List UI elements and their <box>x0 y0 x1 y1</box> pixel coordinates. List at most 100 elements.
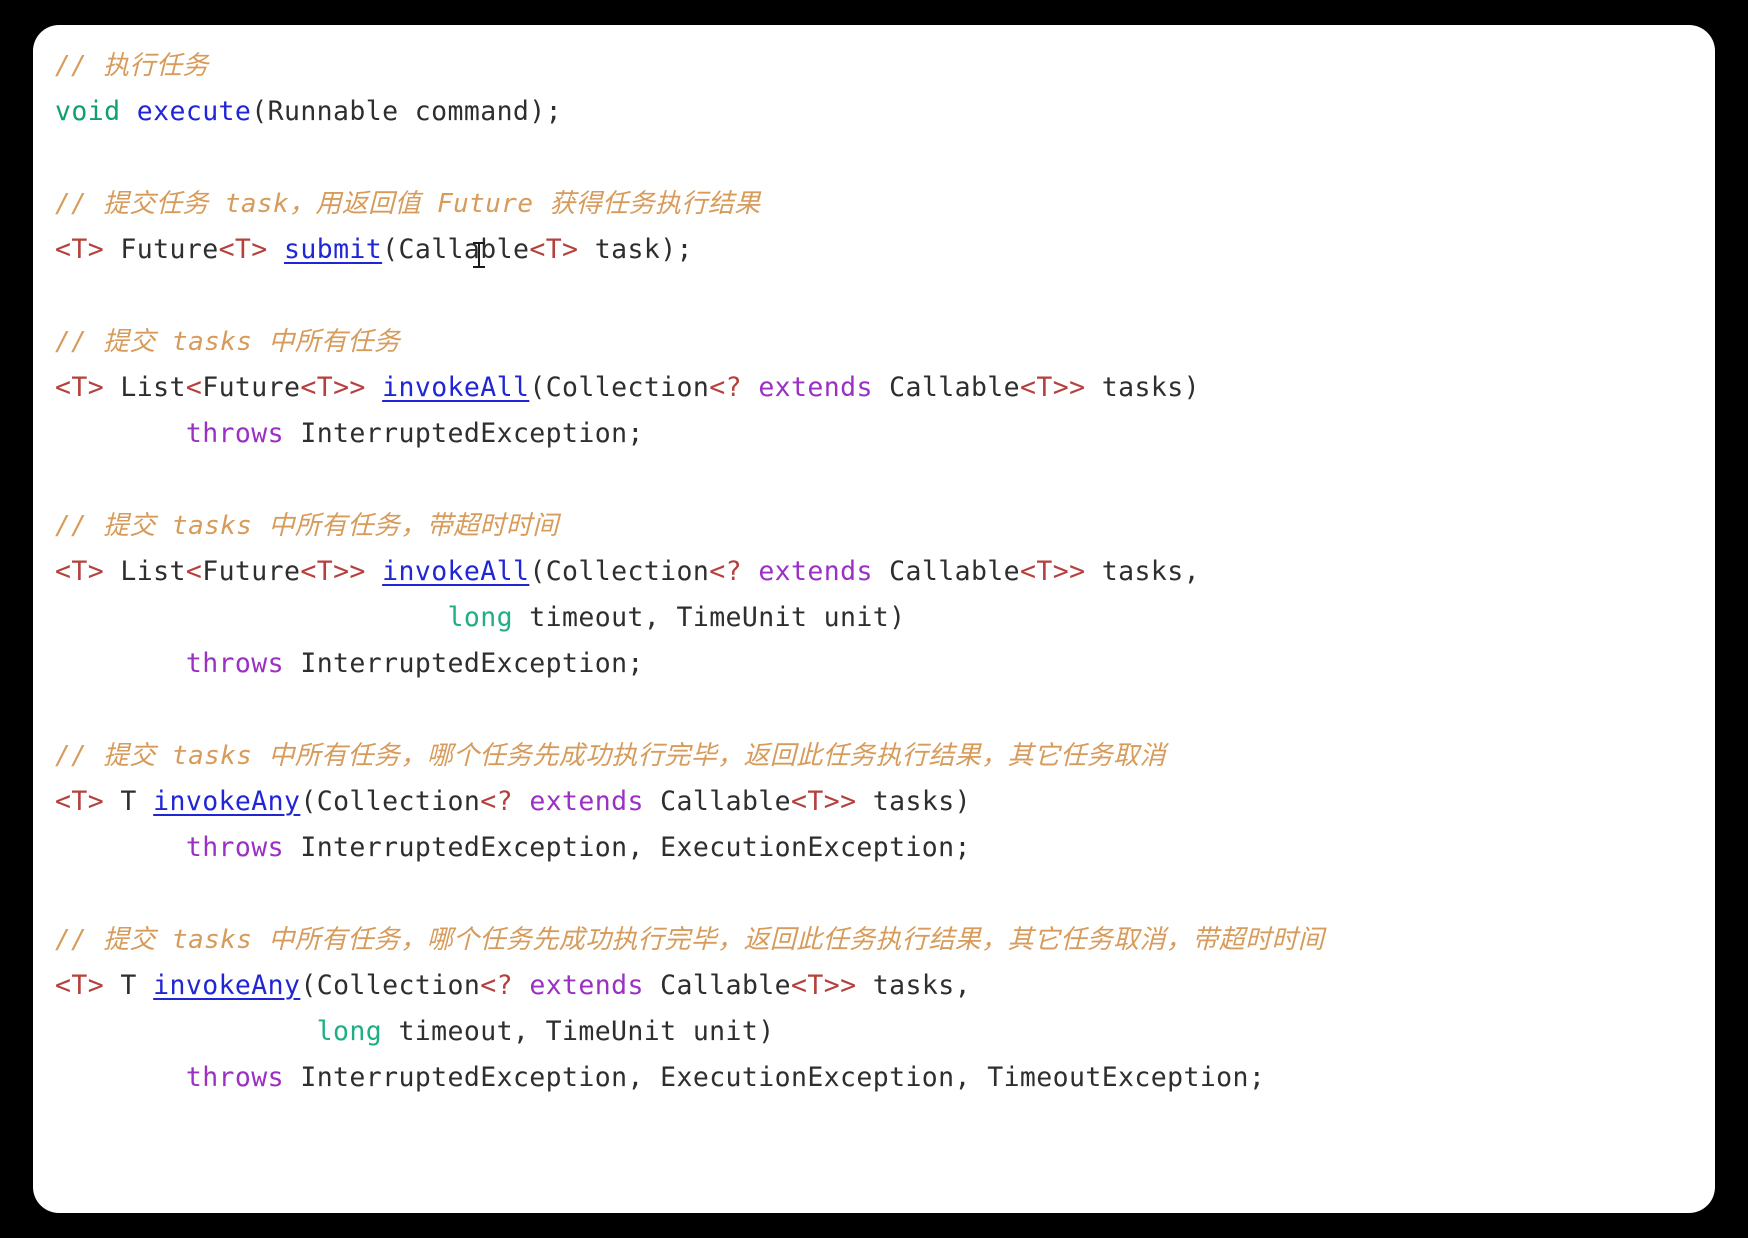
code-token: invokeAll <box>382 556 530 587</box>
code-token: List <box>104 372 186 403</box>
code-token: submit <box>284 234 383 265</box>
code-line-blank <box>55 871 1715 917</box>
code-token: timeout, TimeUnit unit) <box>512 602 906 633</box>
code-token: invokeAll <box>382 372 530 403</box>
code-token: long <box>447 602 513 633</box>
code-line: void execute(Runnable command); <box>55 89 1715 135</box>
code-line: // 提交任务 task，用返回值 Future 获得任务执行结果 <box>55 181 1715 227</box>
code-line: // 提交 tasks 中所有任务，哪个任务先成功执行完毕，返回此任务执行结果，… <box>55 733 1715 779</box>
code-token: <T> <box>55 234 105 265</box>
code-token: (Collection <box>300 970 481 1001</box>
code-token: < <box>185 372 203 403</box>
code-token: tasks) <box>1085 372 1200 403</box>
code-token: <? <box>480 786 513 817</box>
code-line: // 提交 tasks 中所有任务 <box>55 319 1715 365</box>
code-token: // 提交 tasks 中所有任务，哪个任务先成功执行完毕，返回此任务执行结果，… <box>55 925 1325 955</box>
code-token: timeout, TimeUnit unit) <box>382 1016 775 1047</box>
code-token: <? <box>480 970 513 1001</box>
code-token: <T> <box>55 970 105 1001</box>
code-token: < <box>185 556 203 587</box>
code-line: <T> List<Future<T>> invokeAll(Collection… <box>55 549 1715 595</box>
code-token: <T> <box>529 234 579 265</box>
code-token: <T> <box>55 372 105 403</box>
code-token: throws <box>185 648 284 679</box>
code-token: Future <box>202 372 301 403</box>
code-token: T <box>104 786 154 817</box>
code-token: InterruptedException; <box>283 648 644 679</box>
code-line-blank <box>55 135 1715 181</box>
code-token: // 提交任务 task，用返回值 Future 获得任务执行结果 <box>55 189 761 219</box>
code-token: <? <box>709 372 742 403</box>
code-line: throws InterruptedException, ExecutionEx… <box>55 825 1715 871</box>
code-token: throws <box>185 832 284 863</box>
code-line-blank <box>55 457 1715 503</box>
code-line: // 执行任务 <box>55 43 1715 89</box>
code-token: extends <box>529 786 644 817</box>
code-token: throws <box>185 418 284 449</box>
code-token: extends <box>758 372 873 403</box>
code-token: Callable <box>872 556 1021 587</box>
code-token: void <box>55 96 121 127</box>
code-token: Future <box>202 556 301 587</box>
code-token: <? <box>709 556 742 587</box>
code-token: <T> <box>55 786 105 817</box>
code-token: // 执行任务 <box>55 51 209 81</box>
code-token: T <box>104 970 154 1001</box>
code-token: extends <box>529 970 644 1001</box>
code-token: (Collection <box>529 372 710 403</box>
code-token: (Runnable command); <box>251 96 562 127</box>
code-block[interactable]: // 执行任务 void execute(Runnable command); /… <box>33 25 1715 1101</box>
code-line-blank <box>55 687 1715 733</box>
code-line: <T> Future<T> submit(Callable<T> task); <box>55 227 1715 273</box>
code-token: (Collection <box>300 786 481 817</box>
code-line: throws InterruptedException, ExecutionEx… <box>55 1055 1715 1101</box>
code-line: <T> List<Future<T>> invokeAll(Collection… <box>55 365 1715 411</box>
code-line-blank <box>55 273 1715 319</box>
code-token: extends <box>758 556 873 587</box>
code-token: throws <box>185 1062 284 1093</box>
code-token: // 提交 tasks 中所有任务 <box>55 327 401 357</box>
code-token: tasks, <box>1085 556 1200 587</box>
code-line: // 提交 tasks 中所有任务，带超时时间 <box>55 503 1715 549</box>
code-token: <T>> <box>300 372 366 403</box>
code-token: Callable <box>872 372 1021 403</box>
code-token: Future <box>104 234 219 265</box>
code-line: <T> T invokeAny(Collection<? extends Cal… <box>55 779 1715 825</box>
code-token: InterruptedException; <box>283 418 644 449</box>
code-token: <T>> <box>300 556 366 587</box>
code-line: <T> T invokeAny(Collection<? extends Cal… <box>55 963 1715 1009</box>
code-token: execute <box>136 96 252 127</box>
code-token: (Collection <box>529 556 710 587</box>
code-token: List <box>104 556 186 587</box>
code-token: // 提交 tasks 中所有任务，哪个任务先成功执行完毕，返回此任务执行结果，… <box>55 741 1166 771</box>
code-token: Callable <box>643 970 792 1001</box>
code-line: long timeout, TimeUnit unit) <box>55 1009 1715 1055</box>
code-token: InterruptedException, ExecutionException… <box>283 832 971 863</box>
code-token: <T>> <box>791 970 857 1001</box>
code-line: long timeout, TimeUnit unit) <box>55 595 1715 641</box>
code-line: // 提交 tasks 中所有任务，哪个任务先成功执行完毕，返回此任务执行结果，… <box>55 917 1715 963</box>
code-line: throws InterruptedException; <box>55 411 1715 457</box>
code-line: throws InterruptedException; <box>55 641 1715 687</box>
code-token: task); <box>578 234 693 265</box>
code-token: tasks, <box>856 970 971 1001</box>
code-token: invokeAny <box>153 970 301 1001</box>
code-token: <T> <box>55 556 105 587</box>
code-token: <T>> <box>1020 372 1086 403</box>
code-token: <T> <box>218 234 268 265</box>
